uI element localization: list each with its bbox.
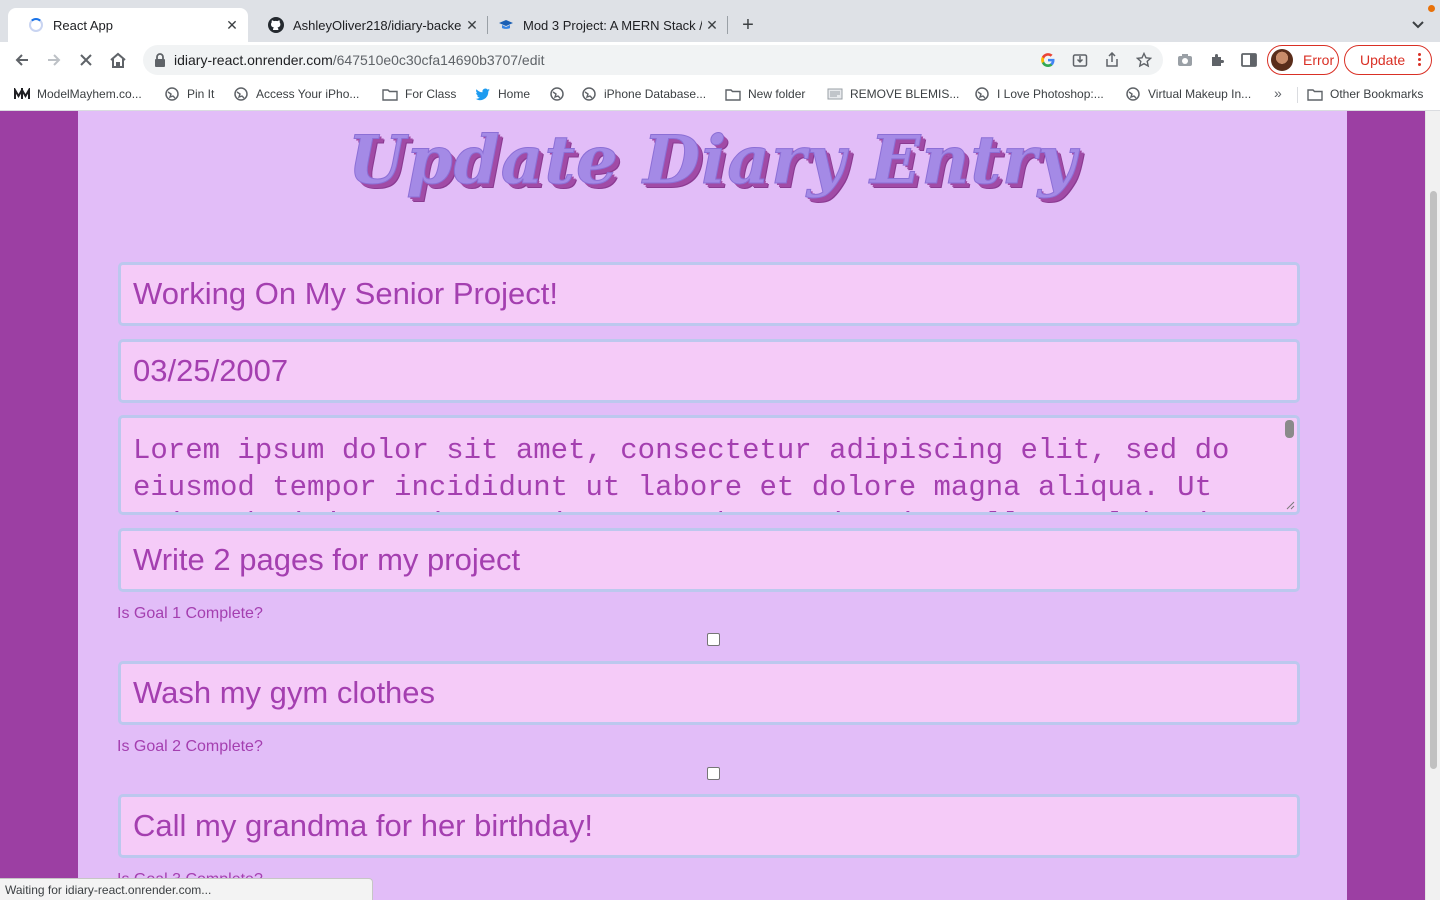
tab-github[interactable]: AshleyOliver218/idiary-backen ✕ <box>248 8 488 42</box>
bookmarks-separator <box>1297 87 1298 103</box>
mm-logo-icon <box>14 86 30 102</box>
bookmark-access-iphone[interactable]: Access Your iPho... <box>233 85 359 103</box>
entry-date-input[interactable]: 03/25/2007 <box>118 339 1300 403</box>
url-host: idiary-react.onrender.com <box>174 52 333 68</box>
bookmark-iphone-database[interactable]: iPhone Database... <box>581 85 706 103</box>
bookmark-label: Home <box>498 87 531 101</box>
update-chrome-button[interactable]: Update <box>1344 45 1432 75</box>
avatar <box>1271 49 1293 71</box>
folder-icon <box>725 86 741 102</box>
tab-search-chevron-icon[interactable] <box>1406 13 1430 37</box>
tab-title: AshleyOliver218/idiary-backen <box>293 17 462 33</box>
profile-error-button[interactable]: Error <box>1267 45 1339 75</box>
kebab-menu-icon <box>1418 53 1422 68</box>
bookmark-label: ModelMayhem.co... <box>37 87 142 101</box>
new-tab-button[interactable]: + <box>736 13 760 37</box>
close-tab-icon[interactable]: ✕ <box>222 15 242 35</box>
share-icon[interactable] <box>1103 51 1121 69</box>
folder-icon <box>382 86 398 102</box>
bookmarks-bar: ModelMayhem.co... Pin It Access Your iPh… <box>0 78 1440 111</box>
camera-extension-icon[interactable] <box>1171 46 1199 74</box>
globe-icon <box>549 86 565 102</box>
home-button[interactable] <box>104 46 132 74</box>
tab-separator <box>727 16 728 34</box>
bookmark-unnamed[interactable] <box>549 85 572 103</box>
bookmark-label: New folder <box>748 87 806 101</box>
bookmarks-overflow-button[interactable]: » <box>1274 85 1282 101</box>
loading-spinner-icon <box>28 17 44 33</box>
close-tab-icon[interactable]: ✕ <box>702 15 722 35</box>
resize-grip-icon[interactable] <box>1285 500 1295 510</box>
bookmark-label: I Love Photoshop:... <box>997 87 1104 101</box>
google-icon[interactable] <box>1039 51 1057 69</box>
tab-react-app[interactable]: React App ✕ <box>8 8 248 42</box>
url-path: /647510e0c30cfa14690b3707/edit <box>332 52 545 68</box>
status-bubble: Waiting for idiary-react.onrender.com... <box>0 878 373 900</box>
goal-2-complete-label: Is Goal 2 Complete? <box>117 738 263 755</box>
entry-body-text: Lorem ipsum dolor sit amet, consectetur … <box>133 434 1230 512</box>
tab-title: React App <box>53 17 113 33</box>
goal-1-input[interactable]: Write 2 pages for my project <box>118 528 1300 592</box>
back-button[interactable] <box>8 46 36 74</box>
textarea-scrollbar-thumb[interactable] <box>1285 420 1294 438</box>
bookmark-virtual-makeup[interactable]: Virtual Makeup In... <box>1125 85 1251 103</box>
graduation-cap-icon <box>498 17 514 33</box>
page-title: Update Diary Entry <box>347 121 1078 200</box>
entry-body-textarea[interactable]: Lorem ipsum dolor sit amet, consectetur … <box>118 415 1300 515</box>
goal-1-complete-label: Is Goal 1 Complete? <box>117 605 263 622</box>
github-icon <box>268 17 284 33</box>
page-scrollbar-thumb[interactable] <box>1430 191 1437 769</box>
bookmark-label: REMOVE BLEMIS... <box>850 87 960 101</box>
bookmark-star-icon[interactable] <box>1135 51 1153 69</box>
goal-2-complete-checkbox[interactable] <box>707 767 720 780</box>
forward-button[interactable] <box>40 46 68 74</box>
globe-icon <box>1125 86 1141 102</box>
tab-title: Mod 3 Project: A MERN Stack / <box>523 17 702 33</box>
bookmark-modelmayhem[interactable]: ModelMayhem.co... <box>14 85 142 103</box>
globe-icon <box>233 86 249 102</box>
profile-error-label: Error <box>1303 52 1335 68</box>
entry-title-input[interactable]: Working On My Senior Project! <box>118 262 1300 326</box>
bookmark-label: iPhone Database... <box>604 87 707 101</box>
bookmark-pin-it[interactable]: Pin It <box>164 85 214 103</box>
other-bookmarks-folder[interactable]: Other Bookmarks <box>1307 85 1423 103</box>
bookmark-remove-blemish[interactable]: REMOVE BLEMIS... <box>827 85 959 103</box>
bookmark-label: For Class <box>405 87 457 101</box>
goal-1-complete-checkbox[interactable] <box>707 633 720 646</box>
globe-icon <box>974 86 990 102</box>
bookmark-label: Pin It <box>187 87 215 101</box>
bookmark-label: Other Bookmarks <box>1330 87 1424 101</box>
bookmark-folder-for-class[interactable]: For Class <box>382 85 456 103</box>
install-app-icon[interactable] <box>1071 51 1089 69</box>
tab-mod3-project[interactable]: Mod 3 Project: A MERN Stack / ✕ <box>478 8 728 42</box>
folder-icon <box>1307 86 1323 102</box>
bookmark-home[interactable]: Home <box>475 85 530 103</box>
page-viewport: Update Diary Entry Working On My Senior … <box>0 111 1425 900</box>
extensions-puzzle-icon[interactable] <box>1203 46 1231 74</box>
page-scrollbar[interactable] <box>1425 111 1440 900</box>
goal-2-input[interactable]: Wash my gym clothes <box>118 661 1300 725</box>
globe-icon <box>164 86 180 102</box>
stop-loading-button[interactable] <box>72 46 100 74</box>
url-text: idiary-react.onrender.com/647510e0c30cfa… <box>174 52 545 68</box>
bookmark-label: Access Your iPho... <box>256 87 360 101</box>
page-thumbnail-icon <box>827 86 843 102</box>
goal-3-input[interactable]: Call my grandma for her birthday! <box>118 794 1300 858</box>
address-bar[interactable]: idiary-react.onrender.com/647510e0c30cfa… <box>143 45 1163 75</box>
globe-icon <box>581 86 597 102</box>
notification-dot <box>1428 5 1435 12</box>
bookmark-label: Virtual Makeup In... <box>1148 87 1252 101</box>
browser-toolbar: idiary-react.onrender.com/647510e0c30cfa… <box>0 42 1440 78</box>
bookmark-folder-new-folder[interactable]: New folder <box>725 85 805 103</box>
twitter-icon <box>475 86 491 102</box>
side-panel-icon[interactable] <box>1235 46 1263 74</box>
edit-form-card: Update Diary Entry Working On My Senior … <box>78 111 1347 900</box>
tab-strip: React App ✕ AshleyOliver218/idiary-backe… <box>0 0 1440 42</box>
bookmark-i-love-photoshop[interactable]: I Love Photoshop:... <box>974 85 1104 103</box>
update-label: Update <box>1360 52 1406 68</box>
lock-icon[interactable] <box>154 53 166 72</box>
